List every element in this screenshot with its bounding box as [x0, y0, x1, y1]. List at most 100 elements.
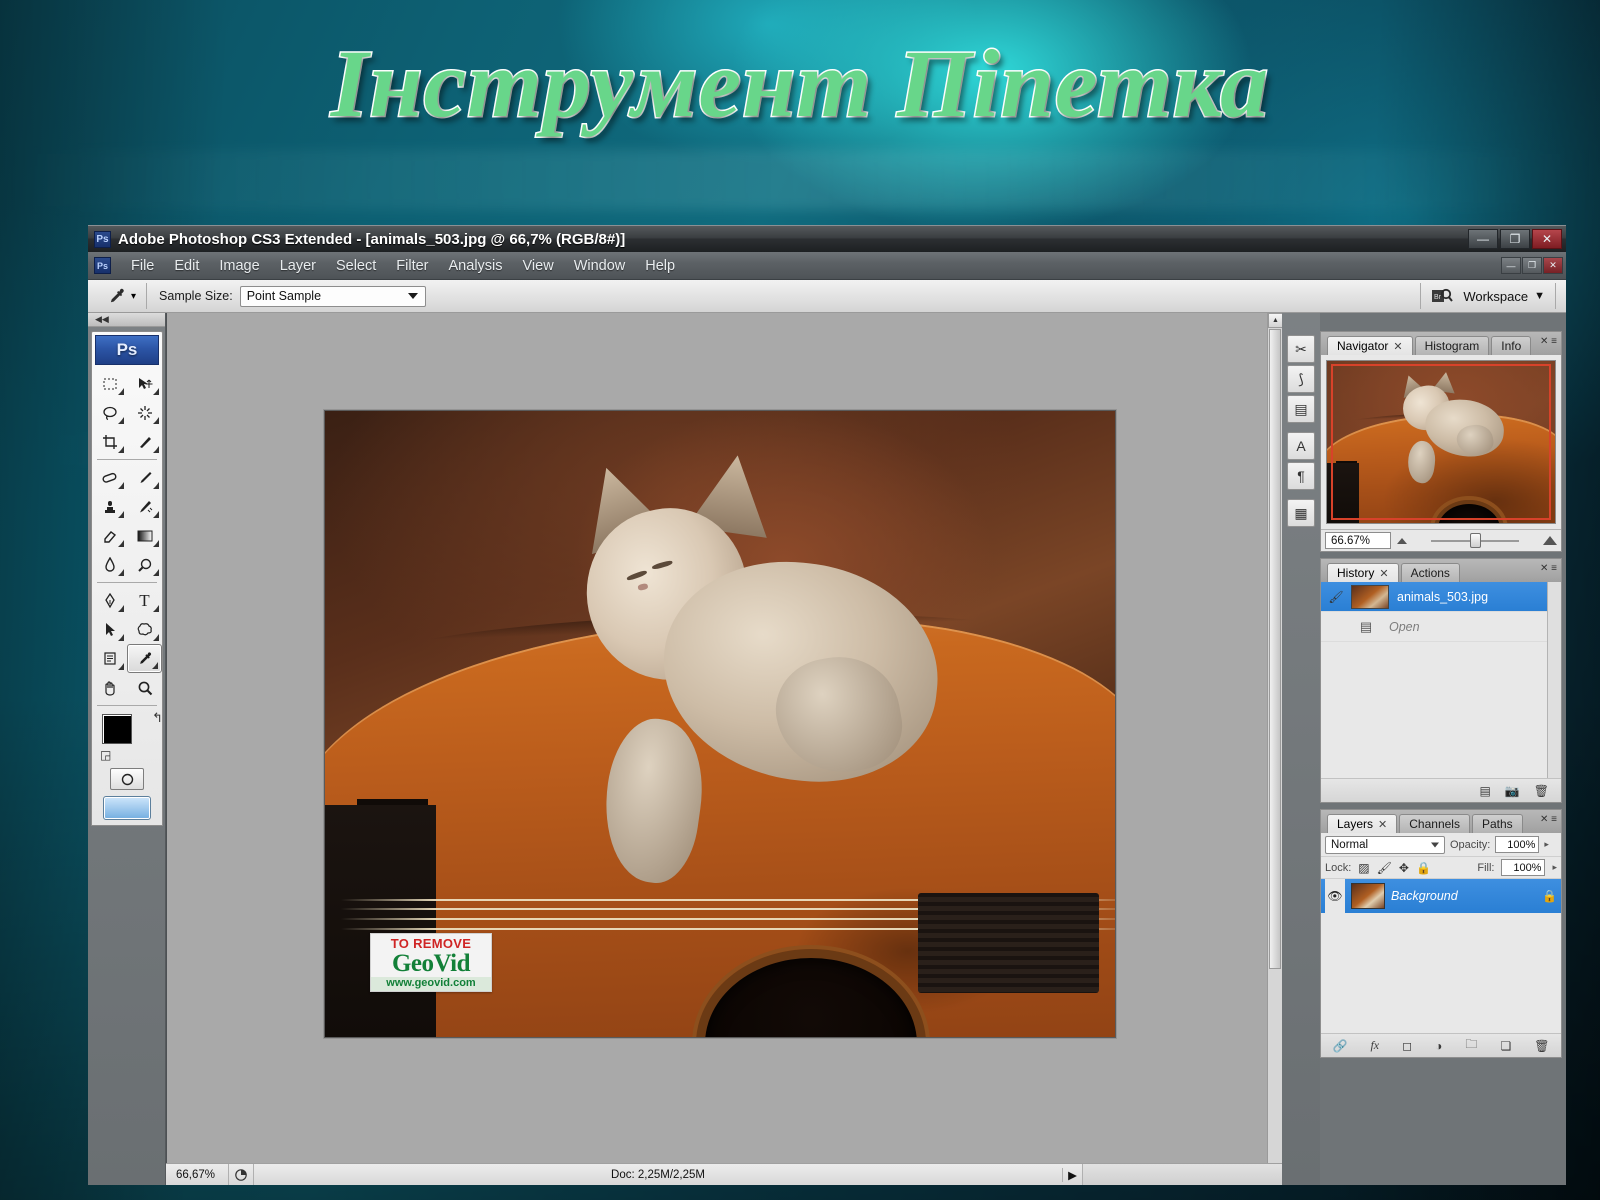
tab-navigator[interactable]: Navigator ✕: [1327, 336, 1413, 355]
tool-brush[interactable]: [127, 463, 162, 492]
menu-file[interactable]: File: [121, 255, 164, 277]
slider-knob[interactable]: [1470, 533, 1482, 548]
layer-visibility-icon[interactable]: 👁: [1325, 879, 1345, 913]
document-restore-button[interactable]: ❐: [1522, 257, 1542, 274]
menu-analysis[interactable]: Analysis: [439, 255, 513, 277]
tab-paths[interactable]: Paths: [1471, 814, 1523, 833]
tab-channels[interactable]: Channels: [1399, 814, 1470, 833]
opacity-stepper-icon[interactable]: ▸: [1544, 839, 1549, 850]
menu-layer[interactable]: Layer: [270, 255, 326, 277]
lock-position-icon[interactable]: ✥: [1399, 861, 1409, 875]
dock-layer-comps-icon[interactable]: ▦: [1287, 499, 1315, 527]
tool-pen[interactable]: [92, 586, 127, 615]
status-play-button[interactable]: ▶: [1062, 1167, 1082, 1182]
dock-clone-source-icon[interactable]: ▤: [1287, 395, 1315, 423]
tool-type[interactable]: T: [127, 586, 162, 615]
layer-style-icon[interactable]: fx: [1370, 1038, 1379, 1053]
dock-character-icon[interactable]: A: [1287, 432, 1315, 460]
history-snapshot-row[interactable]: 🖌 animals_503.jpg: [1321, 582, 1561, 612]
default-colors-icon[interactable]: ◲: [100, 748, 111, 762]
link-layers-icon[interactable]: 🔗: [1333, 1039, 1348, 1053]
tab-info[interactable]: Info: [1491, 336, 1532, 355]
tab-history[interactable]: History ✕: [1327, 563, 1399, 582]
navigator-view-box[interactable]: [1331, 364, 1551, 520]
tool-preset-picker[interactable]: ▾: [92, 283, 148, 309]
tool-zoom[interactable]: [127, 673, 162, 702]
navigator-zoom-field[interactable]: 66.67%: [1325, 532, 1391, 549]
close-button[interactable]: ✕: [1532, 229, 1562, 249]
delete-state-icon[interactable]: 🗑: [1534, 784, 1549, 798]
tool-magic-wand[interactable]: [127, 398, 162, 427]
scroll-thumb[interactable]: [1269, 329, 1281, 969]
swap-colors-icon[interactable]: ↰: [152, 710, 163, 726]
sample-size-select[interactable]: Point Sample: [239, 285, 426, 307]
delete-layer-icon[interactable]: 🗑: [1534, 1039, 1549, 1053]
tool-lasso[interactable]: [92, 398, 127, 427]
navigator-thumbnail[interactable]: [1326, 360, 1556, 524]
tool-dodge[interactable]: [127, 550, 162, 579]
tool-shape[interactable]: [127, 615, 162, 644]
menu-help[interactable]: Help: [635, 255, 685, 277]
tool-eraser[interactable]: [92, 521, 127, 550]
quick-mask-button[interactable]: [110, 768, 144, 790]
history-state-row[interactable]: ▤ Open: [1321, 612, 1561, 642]
tool-hand[interactable]: [92, 673, 127, 702]
menu-filter[interactable]: Filter: [386, 255, 438, 277]
maximize-button[interactable]: ❐: [1500, 229, 1530, 249]
dock-tool-presets-icon[interactable]: ✂: [1287, 335, 1315, 363]
minimize-button[interactable]: —: [1468, 229, 1498, 249]
tool-notes[interactable]: [92, 644, 127, 673]
document-minimize-button[interactable]: —: [1501, 257, 1521, 274]
toolbox-collapse-button[interactable]: ◀◀: [88, 313, 165, 327]
menu-window[interactable]: Window: [564, 255, 636, 277]
document-icon[interactable]: Ps: [94, 257, 111, 274]
zoom-in-icon[interactable]: [1543, 536, 1557, 545]
screen-mode-button[interactable]: [103, 796, 151, 820]
panel-menu-icon[interactable]: ✕ ≡: [1540, 814, 1557, 825]
new-snapshot-icon[interactable]: 📷: [1505, 784, 1520, 798]
menu-image[interactable]: Image: [209, 255, 269, 277]
zoom-out-icon[interactable]: [1397, 537, 1407, 544]
tool-slice[interactable]: [127, 427, 162, 456]
snapshot-source-icon[interactable]: 🖌: [1321, 590, 1351, 604]
tab-histogram[interactable]: Histogram: [1414, 336, 1490, 355]
navigator-zoom-slider[interactable]: [1413, 532, 1537, 549]
new-layer-icon[interactable]: ❏: [1500, 1039, 1511, 1053]
menu-edit[interactable]: Edit: [164, 255, 209, 277]
blend-mode-select[interactable]: Normal: [1325, 835, 1445, 854]
tool-path-selection[interactable]: [92, 615, 127, 644]
close-icon[interactable]: ✕: [1393, 340, 1402, 353]
tool-history-brush[interactable]: [127, 492, 162, 521]
fill-stepper-icon[interactable]: ▸: [1552, 862, 1557, 873]
foreground-color-swatch[interactable]: [102, 714, 132, 744]
dock-brushes-icon[interactable]: ⟆: [1287, 365, 1315, 393]
workspace-button[interactable]: Workspace ▼: [1463, 289, 1545, 304]
tool-clone-stamp[interactable]: [92, 492, 127, 521]
lock-pixels-icon[interactable]: 🖌: [1377, 861, 1392, 875]
status-zoom-level[interactable]: 66,67%: [166, 1169, 228, 1181]
close-icon[interactable]: ✕: [1378, 818, 1387, 831]
tool-eyedropper[interactable]: [127, 644, 162, 673]
panel-menu-icon[interactable]: ✕ ≡: [1540, 563, 1557, 574]
canvas-scroll-region[interactable]: TO REMOVE GeoVid www.geovid.com ➤ ▲: [166, 313, 1282, 1163]
scroll-up-button[interactable]: ▲: [1268, 313, 1282, 328]
menu-select[interactable]: Select: [326, 255, 386, 277]
tool-blur[interactable]: [92, 550, 127, 579]
tool-marquee[interactable]: [92, 369, 127, 398]
tool-healing-brush[interactable]: [92, 463, 127, 492]
panel-menu-icon[interactable]: ✕ ≡: [1540, 336, 1557, 347]
new-group-icon[interactable]: 🗀: [1465, 1035, 1477, 1056]
new-document-from-state-icon[interactable]: ▤: [1479, 784, 1490, 798]
menu-view[interactable]: View: [513, 255, 564, 277]
lock-all-icon[interactable]: 🔒: [1416, 861, 1431, 875]
close-icon[interactable]: ✕: [1379, 567, 1388, 580]
bridge-icon[interactable]: Br: [1431, 286, 1454, 306]
dock-paragraph-icon[interactable]: ¶: [1287, 462, 1315, 490]
history-scrollbar[interactable]: [1547, 582, 1561, 778]
layer-row-background[interactable]: 👁 Background 🔒: [1321, 879, 1561, 913]
document-close-button[interactable]: ✕: [1543, 257, 1563, 274]
layer-mask-icon[interactable]: ◻: [1402, 1039, 1412, 1053]
tool-gradient[interactable]: [127, 521, 162, 550]
adjustment-layer-icon[interactable]: ◑: [1435, 1039, 1442, 1053]
canvas-vertical-scrollbar[interactable]: ▲: [1267, 313, 1282, 1163]
